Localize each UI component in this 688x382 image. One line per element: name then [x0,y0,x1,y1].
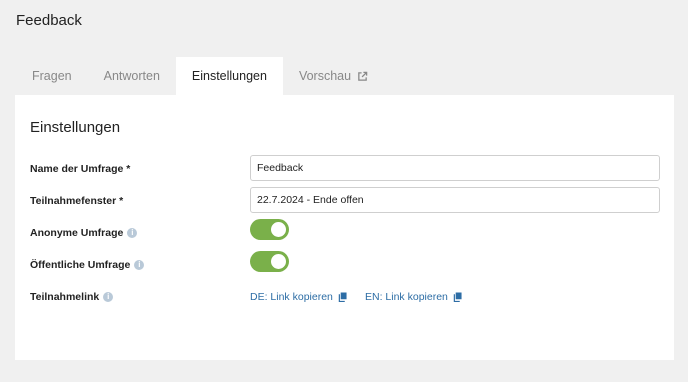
settings-panel: Einstellungen Name der Umfrage * Feedbac… [15,95,674,360]
tab-antworten-label: Antworten [103,69,160,83]
copy-link-de[interactable]: DE: Link kopieren [250,291,347,303]
copy-link-de-label: DE: Link kopieren [250,291,333,303]
tab-fragen-label: Fragen [32,69,72,83]
tab-einstellungen-label: Einstellungen [191,69,267,83]
page-title: Feedback [16,12,82,29]
name-label-text: Name der Umfrage * [30,163,131,175]
info-icon[interactable]: i [103,292,114,302]
window-label-text: Teilnahmefenster * [30,195,124,207]
anonymous-label-text: Anonyme Umfrage [30,227,124,239]
tab-vorschau-label: Vorschau [298,69,352,83]
info-icon[interactable]: i [134,260,145,270]
name-label: Name der Umfrage * [30,163,130,175]
window-field[interactable]: 22.7.2024 - Ende offen [250,187,660,213]
info-icon[interactable]: i [127,228,138,238]
settings-title: Einstellungen [30,119,121,136]
link-label-text: Teilnahmelink [30,291,100,303]
copy-link-en-label: EN: Link kopieren [365,291,448,303]
link-label: Teilnahmelink i [30,291,114,303]
tab-vorschau[interactable]: Vorschau [283,57,384,96]
name-field[interactable]: Feedback [250,155,660,181]
tab-antworten[interactable]: Antworten [88,57,176,96]
anonymous-toggle[interactable] [250,219,289,240]
public-toggle[interactable] [250,251,289,272]
copy-link-en[interactable]: EN: Link kopieren [365,291,462,303]
toggle-knob [271,222,286,237]
anonymous-label: Anonyme Umfrage i [30,227,138,239]
external-link-icon [358,71,368,81]
tab-bar: Fragen Antworten Einstellungen Vorschau [16,57,384,96]
copy-icon [338,292,347,302]
tab-einstellungen[interactable]: Einstellungen [175,57,283,96]
toggle-knob [271,254,286,269]
tab-fragen[interactable]: Fragen [16,57,88,96]
window-label: Teilnahmefenster * [30,195,123,207]
public-label-text: Öffentliche Umfrage [30,259,131,271]
copy-icon [453,292,462,302]
public-label: Öffentliche Umfrage i [30,259,145,271]
